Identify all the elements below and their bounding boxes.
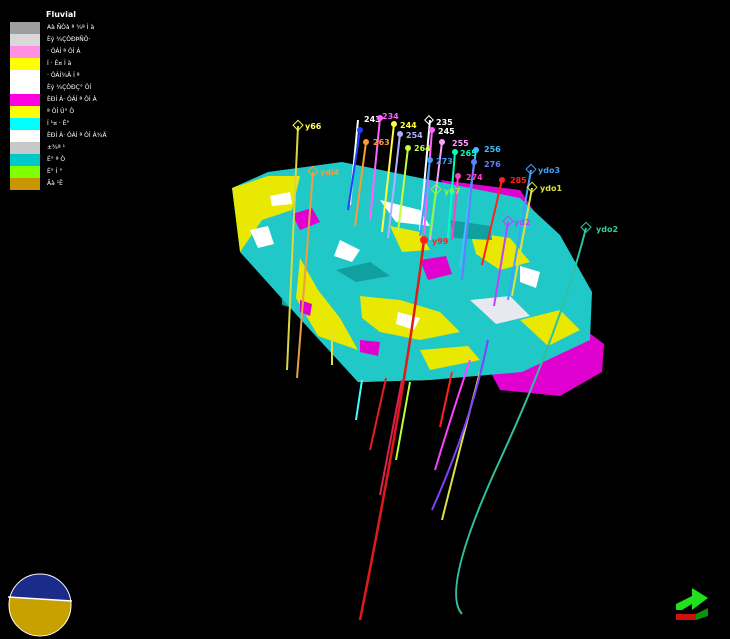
legend-label: Í ¹¤ · É° [47, 120, 70, 127]
legend-row: · ÒÁÍ ª ÒÍ À [10, 46, 130, 58]
well-label-y99: y99 [432, 237, 449, 246]
axis-triad-icon[interactable] [672, 584, 716, 624]
legend-label: Í · É¤ Í à [47, 60, 72, 67]
legend-label: · ÒÁÍ ª ÒÍ À [47, 48, 81, 55]
well-head-244 [391, 121, 397, 127]
well-label-245: 245 [438, 127, 455, 136]
well-label-y67: y67 [444, 187, 460, 196]
legend-swatch [10, 34, 40, 46]
well-label-264: 264 [414, 144, 431, 153]
legend-label: ÈÐÍ À· ÒÁÍ ª ÒÍ À [47, 96, 97, 103]
legend-swatch [10, 70, 40, 82]
legend-row: ª ÒÍ Ù° Ò [10, 106, 130, 118]
well-label-263: 263 [373, 138, 390, 147]
legend-label: É° ª Ò [47, 156, 66, 163]
legend-row: Ãà ¹Ê [10, 178, 130, 190]
legend-label: ±¾ª ¹ [47, 144, 65, 151]
well-label-234: 234 [382, 112, 399, 121]
well-head-264 [405, 145, 411, 151]
legend-row: Èý ¾ÇÒÐÞÑÒ· [10, 34, 130, 46]
orientation-sphere-icon[interactable] [6, 573, 76, 637]
legend-title: Fluvial [46, 10, 76, 19]
well-label-ydi4: ydi4 [320, 168, 340, 177]
legend-swatch [10, 130, 40, 142]
legend-swatch [10, 22, 40, 34]
legend-label: ª ÒÍ Ù° Ò [47, 108, 75, 115]
well-label-y66: y66 [305, 122, 322, 131]
legend-row: ÈÐÍ À· ÒÁÍ ª ÒÍ À¾Ä [10, 130, 130, 142]
legend-swatch [10, 178, 40, 190]
well-label-ydo3: ydo3 [538, 166, 560, 175]
3d-viewport[interactable]: y66 ydi4 243 234 244 254 263 264 235 245… [0, 0, 730, 639]
well-head-263 [363, 139, 369, 145]
well-head-245 [429, 127, 435, 133]
legend-row: Í · É¤ Í à [10, 58, 130, 70]
legend-row: ±¾ª ¹ [10, 142, 130, 154]
legend-row: Aà ÑÒà ª ¾ª Í à [10, 22, 130, 34]
legend-row: ÈÐÍ À· ÒÁÍ ª ÒÍ À [10, 94, 130, 106]
facies-legend: Fluvial Aà ÑÒà ª ¾ª Í à Èý ¾ÇÒÐÞÑÒ· · ÒÁÍ … [10, 8, 130, 190]
well-label-274: 274 [466, 173, 483, 182]
well-label-254: 254 [406, 131, 423, 140]
well-label-273: 273 [436, 157, 453, 166]
legend-swatch [10, 118, 40, 130]
well-head-255 [439, 139, 445, 145]
legend-label: Aà ÑÒà ª ¾ª Í à [47, 24, 95, 31]
legend-swatch [10, 46, 40, 58]
well-label-256: 256 [484, 145, 501, 154]
legend-swatch [10, 58, 40, 70]
well-head-265 [452, 149, 458, 155]
well-head-254 [397, 131, 403, 137]
legend-row: Í ¹¤ · É° [10, 118, 130, 130]
legend-label: Èý ¾ÇÒÐÞÑÒ· [47, 36, 91, 43]
well-label-ydo2: ydo2 [596, 225, 618, 234]
legend-label: ÈÐÍ À· ÒÁÍ ª ÒÍ À¾Ä [47, 132, 107, 139]
well-label-244: 244 [400, 121, 417, 130]
well-label-285: 285 [510, 176, 527, 185]
well-head-276 [471, 159, 477, 165]
legend-label: É° Í ° [47, 168, 63, 175]
well-head-243 [357, 127, 363, 133]
legend-label: Èý ¾ÇÒÐÇ° ÒÍ [47, 84, 92, 91]
legend-row: Èý ¾ÇÒÐÇ° ÒÍ [10, 82, 130, 94]
well-head-273 [427, 157, 433, 163]
legend-swatch [10, 154, 40, 166]
legend-row: É° Í ° [10, 166, 130, 178]
legend-label: Ãà ¹Ê [47, 180, 63, 187]
well-head-285 [499, 177, 505, 183]
well-head-y99 [420, 236, 428, 244]
well-label-276: 276 [484, 160, 501, 169]
legend-row: · ÒÁÍ¾Ä Í ª [10, 70, 130, 82]
well-label-255: 255 [452, 139, 469, 148]
well-label-ydo1: ydo1 [540, 184, 562, 193]
well-label-235: 235 [436, 118, 453, 127]
legend-swatch [10, 142, 40, 154]
well-head-274 [455, 173, 461, 179]
legend-row: É° ª Ò [10, 154, 130, 166]
legend-swatch [10, 94, 40, 106]
legend-swatch [10, 166, 40, 178]
well-head-256 [473, 147, 479, 153]
legend-swatch [10, 106, 40, 118]
legend-label: · ÒÁÍ¾Ä Í ª [47, 72, 80, 79]
well-label-yd2: yd2 [514, 218, 531, 227]
legend-swatch [10, 82, 40, 94]
